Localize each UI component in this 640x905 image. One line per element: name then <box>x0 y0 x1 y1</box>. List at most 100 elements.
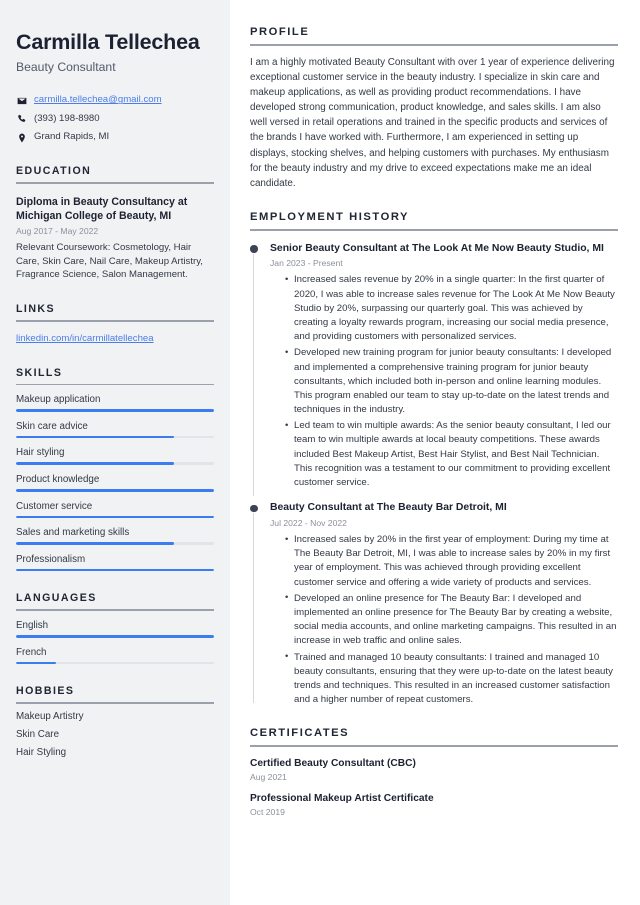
hobbies-section: HOBBIES Makeup Artistry Skin Care Hair S… <box>16 685 214 758</box>
education-description: Relevant Coursework: Cosmetology, Hair C… <box>16 242 203 281</box>
hobbies-divider <box>16 702 214 704</box>
job-title: Beauty Consultant at The Beauty Bar Detr… <box>270 502 507 514</box>
job-bullet: Trained and managed 10 beauty consultant… <box>285 650 618 708</box>
main-column: PROFILE I am a highly motivated Beauty C… <box>230 0 640 905</box>
job-bullet: Developed new training program for junio… <box>285 346 618 417</box>
job-date: Jan 2023 - Present <box>270 258 343 269</box>
job-date: Jul 2022 - Nov 2022 <box>270 518 347 529</box>
languages-heading: LANGUAGES <box>16 592 97 605</box>
employment-heading: EMPLOYMENT HISTORY <box>250 211 410 223</box>
certificates-heading: CERTIFICATES <box>250 727 350 740</box>
education-divider <box>16 182 214 184</box>
skill-track <box>16 515 214 519</box>
hobby-item: Hair Styling <box>16 746 67 758</box>
job-bullet: Increased sales by 20% in the first year… <box>285 533 618 590</box>
language-item: English <box>16 620 214 638</box>
employment-section: EMPLOYMENT HISTORY Senior Beauty Consult… <box>250 211 618 707</box>
languages-divider <box>16 609 214 611</box>
skill-track <box>16 568 214 572</box>
skill-track <box>16 542 214 545</box>
profile-divider <box>250 44 618 46</box>
employment-divider <box>250 229 618 231</box>
language-fill <box>16 661 56 665</box>
skill-item: Makeup application <box>16 394 214 412</box>
job-bullet: Developed an online presence for The Bea… <box>285 591 618 649</box>
certificate-date: Aug 2021 <box>250 771 287 782</box>
skill-label: Customer service <box>16 500 93 512</box>
certificate-title: Professional Makeup Artist Certificate <box>250 792 434 804</box>
certificate-item: Professional Makeup Artist Certificate O… <box>250 793 618 817</box>
skill-fill <box>16 409 214 412</box>
skill-fill <box>16 462 175 465</box>
link-item-linkedin[interactable]: linkedin.com/in/carmillatellechea <box>16 333 154 344</box>
contact-phone-value: (393) 198-8980 <box>34 112 100 124</box>
contact-list: carmilla.tellechea@gmail.com (393) 198-8… <box>16 94 214 144</box>
hobbies-heading: HOBBIES <box>16 685 75 698</box>
job-bullet: Increased sales revenue by 20% in a sing… <box>285 273 618 344</box>
contact-location: Grand Rapids, MI <box>16 131 214 144</box>
education-title: Diploma in Beauty Consultancy at Michiga… <box>16 195 188 222</box>
skill-label: Makeup application <box>16 394 101 406</box>
job-bullets: Increased sales revenue by 20% in a sing… <box>270 273 618 490</box>
skill-item: Customer service <box>16 501 214 519</box>
education-heading: EDUCATION <box>16 165 92 178</box>
language-item: French <box>16 647 214 665</box>
language-label: English <box>16 619 49 631</box>
skill-track <box>16 462 214 465</box>
job-entry: Beauty Consultant at The Beauty Bar Detr… <box>250 501 618 707</box>
candidate-role: Beauty Consultant <box>16 60 116 75</box>
skills-divider <box>16 383 214 386</box>
skill-fill <box>16 568 214 572</box>
language-fill <box>16 634 214 638</box>
contact-email[interactable]: carmilla.tellechea@gmail.com <box>16 94 214 107</box>
job-bullet: Led team to win multiple awards: As the … <box>285 419 618 490</box>
profile-heading: PROFILE <box>250 26 310 38</box>
certificates-section: CERTIFICATES Certified Beauty Consultant… <box>250 727 618 817</box>
job-entry: Senior Beauty Consultant at The Look At … <box>250 242 618 496</box>
links-divider <box>16 319 214 322</box>
hobby-item: Skin Care <box>16 728 60 740</box>
resume-page: Carmilla Tellechea Beauty Consultant car… <box>0 0 640 905</box>
education-date: Aug 2017 - May 2022 <box>16 226 99 237</box>
email-icon <box>16 95 27 106</box>
links-heading: LINKS <box>16 302 56 315</box>
certificate-item: Certified Beauty Consultant (CBC) Aug 20… <box>250 758 618 782</box>
skill-track <box>16 488 214 492</box>
skill-track <box>16 435 214 439</box>
skill-label: Professionalism <box>16 553 86 565</box>
job-bullets: Increased sales by 20% in the first year… <box>270 533 618 707</box>
skill-item: Professionalism <box>16 554 214 572</box>
certificate-title: Certified Beauty Consultant (CBC) <box>250 757 416 769</box>
skill-fill <box>16 488 214 492</box>
hobby-item: Makeup Artistry <box>16 710 84 722</box>
phone-icon <box>16 114 27 125</box>
language-track <box>16 634 214 638</box>
language-track <box>16 661 214 665</box>
skill-fill <box>16 542 175 545</box>
contact-phone: (393) 198-8980 <box>16 113 214 126</box>
links-section: LINKS linkedin.com/in/carmillatellechea <box>16 303 214 346</box>
sidebar: Carmilla Tellechea Beauty Consultant car… <box>0 0 230 905</box>
skill-item: Skin care advice <box>16 421 214 439</box>
skill-fill <box>16 515 214 519</box>
skill-item: Sales and marketing skills <box>16 527 214 545</box>
skill-label: Product knowledge <box>16 473 100 485</box>
skill-item: Hair styling <box>16 447 214 465</box>
certificate-date: Oct 2019 <box>250 806 285 817</box>
certificates-divider <box>250 745 618 747</box>
skill-label: Skin care advice <box>16 420 88 432</box>
skill-label: Sales and marketing skills <box>16 527 130 539</box>
profile-text: I am a highly motivated Beauty Consultan… <box>250 56 615 189</box>
job-title: Senior Beauty Consultant at The Look At … <box>270 242 604 254</box>
contact-location-value: Grand Rapids, MI <box>34 131 110 143</box>
skills-section: SKILLS Makeup application Skin care advi… <box>16 367 214 572</box>
candidate-name: Carmilla Tellechea <box>16 30 200 54</box>
skill-fill <box>16 435 175 439</box>
education-section: EDUCATION Diploma in Beauty Consultancy … <box>16 165 214 282</box>
language-label: French <box>16 646 47 658</box>
location-pin-icon <box>16 132 27 143</box>
contact-email-value[interactable]: carmilla.tellechea@gmail.com <box>34 94 162 107</box>
skills-heading: SKILLS <box>16 366 63 379</box>
education-entry: Diploma in Beauty Consultancy at Michiga… <box>16 195 214 282</box>
skill-item: Product knowledge <box>16 474 214 492</box>
